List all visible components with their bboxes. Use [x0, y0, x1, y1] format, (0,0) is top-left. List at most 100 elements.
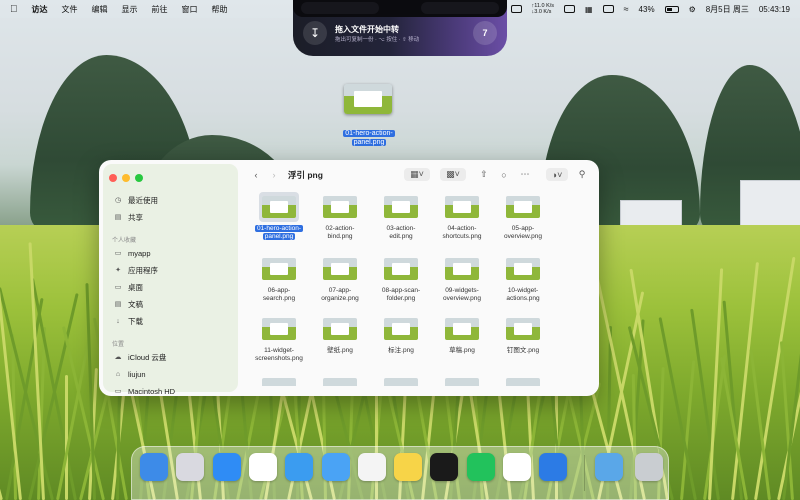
file-name: 03-action-edit.png — [386, 225, 416, 240]
file-item[interactable]: 钉图文.png — [491, 314, 555, 355]
file-item[interactable]: 01-hero-action-panel.png — [247, 192, 311, 241]
qq-icon[interactable] — [430, 453, 459, 481]
sidebar-item-label: 最近使用 — [128, 195, 158, 205]
activity-icon[interactable]: ▦ — [585, 5, 593, 14]
net-down: ↓3.0 K/s — [531, 9, 552, 15]
reminders-icon[interactable] — [357, 453, 386, 481]
sidebar-item-home[interactable]: ⌂ liujun — [113, 367, 233, 381]
apple-menu-icon[interactable]:  — [10, 4, 18, 15]
file-item[interactable]: 06-app-search.png — [247, 254, 311, 303]
menu-window[interactable]: 窗口 — [182, 4, 198, 15]
file-thumbnail — [503, 314, 543, 344]
minimize-button[interactable] — [122, 174, 130, 182]
file-name: 09-widgets-overview.png — [443, 287, 481, 302]
network-speed[interactable]: ↑11.0 K/s ↓3.0 K/s — [532, 3, 555, 15]
menu-app-name[interactable]: 访达 — [32, 4, 48, 15]
file-name: 10-widget-actions.png — [506, 287, 540, 302]
file-thumbnail — [259, 254, 299, 284]
menu-file[interactable]: 文件 — [62, 4, 78, 15]
file-thumbnail-partial[interactable] — [262, 378, 296, 386]
file-name: 08-app-scan-folder.png — [381, 287, 421, 302]
forward-button[interactable]: › — [268, 168, 280, 181]
control-center-icon[interactable]: ⚙ — [689, 5, 696, 14]
safari-icon[interactable] — [285, 453, 314, 481]
sidebar-item-shared[interactable]: ▤ 共享 — [113, 210, 233, 224]
file-name: 标注.png — [388, 347, 414, 354]
trash-icon[interactable] — [635, 453, 663, 481]
group-button[interactable]: ▩˅ — [440, 168, 466, 181]
file-thumbnail-partial[interactable] — [384, 378, 418, 386]
drop-shelf-panel[interactable]: ↧ 拖入文件开始中转 拖出可复制一份 · ⌥ 按住 · ⇧ 移动 7 — [293, 0, 507, 56]
sidebar-item-label: Macintosh HD — [128, 386, 176, 396]
file-item[interactable]: 05-app-overview.png — [491, 192, 555, 241]
wechat-icon[interactable] — [466, 453, 495, 481]
chrome-icon[interactable] — [248, 453, 277, 481]
file-item[interactable]: 07-app-organize.png — [308, 254, 372, 303]
menu-view[interactable]: 显示 — [122, 4, 138, 15]
file-item[interactable]: 02-action-bind.png — [308, 192, 372, 241]
mail-icon[interactable] — [321, 453, 350, 481]
menubar-extra-icon[interactable] — [510, 5, 522, 13]
desktop-icon: ▭ — [114, 284, 122, 291]
dragged-file-thumbnail[interactable] — [344, 84, 392, 114]
file-item[interactable]: 10-widget-actions.png — [491, 254, 555, 303]
back-button[interactable]: ‹ — [250, 168, 262, 181]
downloads-folder-icon[interactable] — [595, 453, 623, 481]
image-thumbnail — [445, 318, 479, 340]
drop-shelf-count[interactable]: 7 — [473, 21, 497, 45]
close-button[interactable] — [109, 174, 117, 182]
menu-help[interactable]: 帮助 — [212, 4, 228, 15]
file-item[interactable]: 04-action-shortcuts.png — [430, 192, 494, 241]
menu-go[interactable]: 前往 — [152, 4, 168, 15]
search-icon[interactable]: ⚲ — [576, 168, 588, 181]
sidebar-item-myapp[interactable]: ▭ myapp — [113, 246, 233, 260]
clock-icon: ◷ — [114, 197, 122, 204]
download-tray-icon[interactable]: ↧ — [303, 21, 327, 45]
notes-icon[interactable] — [394, 453, 423, 481]
sidebar-item-downloads[interactable]: ↓ 下载 — [113, 314, 233, 328]
view-mode-button[interactable]: ▦˅ — [404, 168, 430, 181]
finder-window[interactable]: ◷ 最近使用 ▤ 共享 个人收藏 ▭ myapp ✦ 应用程序 ▭ 桌面 ▤ 文… — [99, 160, 599, 396]
display-icon[interactable] — [602, 5, 614, 13]
battery-icon[interactable] — [664, 5, 679, 13]
window-title: 浮引 png — [288, 170, 323, 180]
file-item[interactable]: 草稿.png — [430, 314, 494, 355]
sidebar-item-icloud[interactable]: ☁ iCloud 云盘 — [113, 350, 233, 364]
file-item[interactable]: 标注.png — [369, 314, 433, 355]
more-icon[interactable]: ⋯ — [518, 168, 532, 181]
finder-icon[interactable] — [140, 453, 168, 481]
file-item[interactable]: 壁纸.png — [308, 314, 372, 355]
file-item[interactable]: 03-action-edit.png — [369, 192, 433, 241]
zoom-button[interactable] — [135, 174, 143, 182]
battery-percent[interactable]: 43% — [639, 5, 655, 14]
action-menu-icon[interactable]: ◑˅ — [546, 168, 568, 181]
file-thumbnail-partial[interactable] — [506, 378, 540, 386]
menubar-date[interactable]: 8月5日 周三 — [706, 4, 749, 15]
file-item[interactable]: 11-widget-screenshots.png — [247, 314, 311, 363]
app-store-icon[interactable] — [212, 453, 241, 481]
file-thumbnail-partial[interactable] — [323, 378, 357, 386]
sidebar-item-desktop[interactable]: ▭ 桌面 — [113, 280, 233, 294]
sidebar-item-recents[interactable]: ◷ 最近使用 — [113, 193, 233, 207]
calendar-icon[interactable] — [564, 5, 576, 13]
documents-icon: ▤ — [114, 301, 122, 308]
notch-pill — [421, 2, 499, 14]
file-item[interactable]: 09-widgets-overview.png — [430, 254, 494, 303]
image-thumbnail — [445, 196, 479, 218]
chatgpt-icon[interactable] — [503, 453, 531, 481]
sidebar-item-applications[interactable]: ✦ 应用程序 — [113, 263, 233, 277]
sidebar-item-documents[interactable]: ▤ 文稿 — [113, 297, 233, 311]
file-name: 06-app-search.png — [262, 287, 296, 302]
sidebar-item-label: myapp — [128, 248, 151, 258]
xcode-icon[interactable] — [539, 453, 568, 481]
sidebar-item-macintosh-hd[interactable]: ▭ Macintosh HD — [113, 384, 233, 396]
menubar-time[interactable]: 05:43:19 — [759, 5, 790, 14]
image-thumbnail — [323, 318, 357, 340]
file-thumbnail-partial[interactable] — [445, 378, 479, 386]
tag-icon[interactable]: ○ — [498, 168, 510, 181]
share-icon[interactable]: ⇧ — [478, 168, 490, 181]
menu-edit[interactable]: 编辑 — [92, 4, 108, 15]
launchpad-icon[interactable] — [176, 453, 205, 481]
file-item[interactable]: 08-app-scan-folder.png — [369, 254, 433, 303]
wifi-icon[interactable]: ≈ — [624, 4, 629, 14]
